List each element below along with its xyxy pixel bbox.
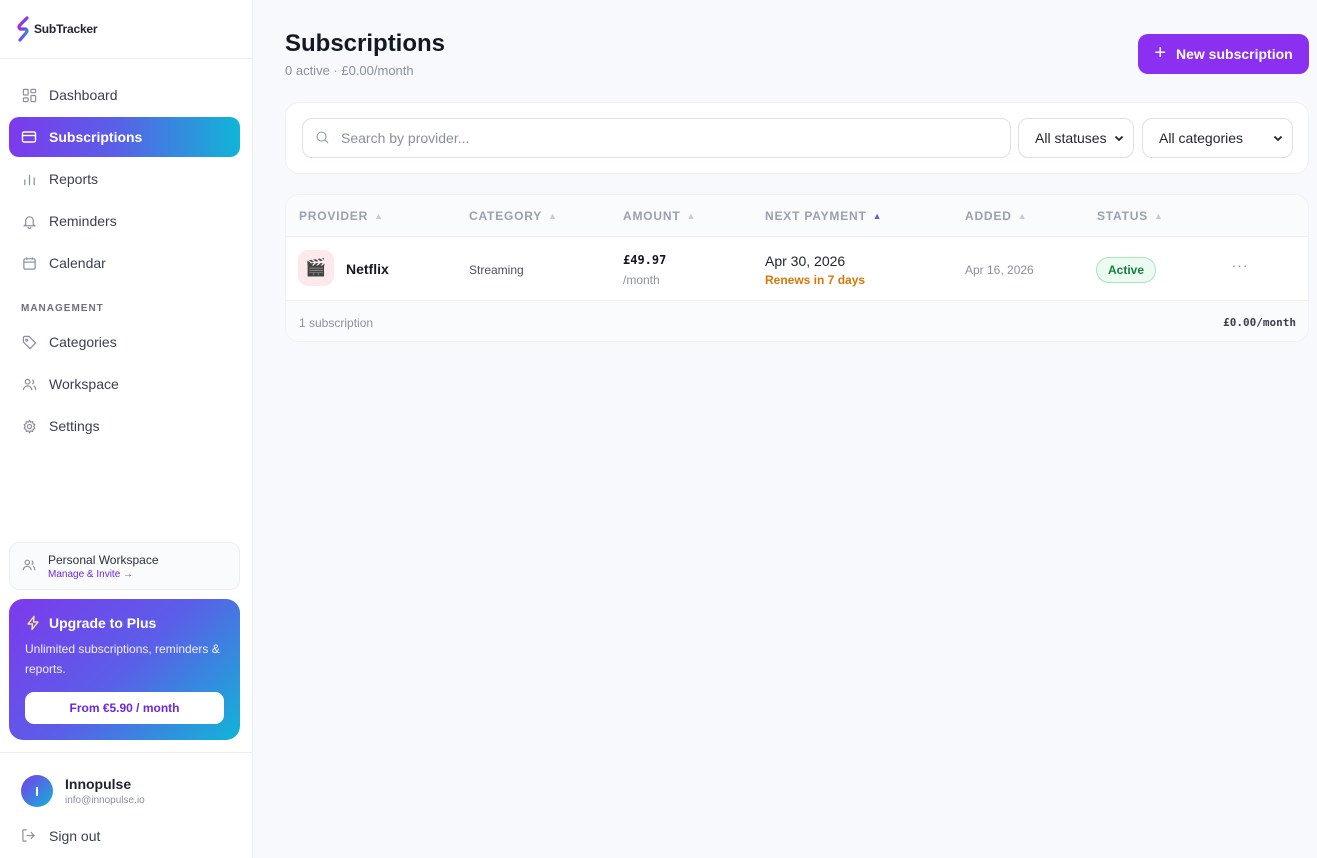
subscription-count: 1 subscription — [299, 316, 374, 330]
sidebar-item-reports[interactable]: Reports — [9, 159, 240, 199]
next-payment-date: Apr 30, 2026 — [765, 253, 846, 269]
management-nav: MANAGEMENT Categories Workspace Settings — [9, 298, 240, 446]
calendar-icon — [21, 255, 37, 271]
table-footer: 1 subscription £0.00/month — [286, 301, 1308, 341]
search-icon — [315, 130, 331, 146]
sidebar-item-label: Reports — [49, 171, 99, 187]
sidebar: SubTracker Dashboard Subscriptions Repor… — [0, 0, 253, 858]
status-badge: Active — [1096, 257, 1157, 283]
sort-icon: ▲ — [1017, 211, 1028, 221]
main-nav: Dashboard Subscriptions Reports Reminder… — [9, 75, 240, 283]
filter-bar: All statuses All categories — [285, 102, 1309, 174]
sidebar-item-categories[interactable]: Categories — [9, 322, 240, 362]
logo-icon — [17, 16, 29, 42]
lightning-icon — [25, 615, 41, 631]
clapperboard-icon: 🎬 — [298, 250, 334, 286]
sort-icon: ▲ — [1154, 211, 1164, 221]
sidebar-item-label: Dashboard — [49, 87, 118, 103]
user-profile[interactable]: I Innopulse info@innopulse.io — [21, 775, 145, 807]
category-cell: Streaming — [469, 263, 524, 277]
workspace-title: Personal Workspace — [48, 552, 159, 567]
plus-icon: + — [1154, 41, 1166, 64]
users-icon — [22, 558, 38, 574]
subscriptions-table: PROVIDER ▲ CATEGORY ▲ AMOUNT ▲ NEXT PAYMENT… — [285, 194, 1309, 342]
gear-icon — [21, 418, 37, 434]
amount-cell: £49.97 — [623, 253, 667, 267]
column-header-category[interactable]: CATEGORY ▲ — [469, 209, 558, 223]
grid-icon — [21, 87, 37, 103]
workspace-card[interactable]: Personal Workspace Manage & Invite → — [9, 542, 240, 590]
avatar: I — [21, 775, 53, 807]
sidebar-item-label: Reminders — [49, 213, 117, 229]
sign-out-label: Sign out — [49, 828, 101, 844]
status-select[interactable]: All statuses — [1018, 118, 1134, 158]
sort-icon: ▲ — [872, 211, 883, 221]
more-options-icon[interactable]: ··· — [1231, 257, 1249, 275]
sidebar-item-calendar[interactable]: Calendar — [9, 243, 240, 283]
column-header-status[interactable]: STATUS ▲ — [1097, 209, 1164, 223]
brand-name: SubTracker — [34, 22, 98, 36]
sort-icon: ▲ — [374, 211, 384, 221]
user-name: Innopulse — [65, 776, 132, 792]
logout-icon — [21, 828, 37, 844]
sidebar-item-reminders[interactable]: Reminders — [9, 201, 240, 241]
chevron-down-icon — [1273, 135, 1283, 142]
bell-icon — [21, 213, 37, 229]
upgrade-card: Upgrade to Plus Unlimited subscriptions,… — [9, 599, 240, 740]
upgrade-description: Unlimited subscriptions, reminders & rep… — [25, 642, 220, 676]
new-subscription-label: New subscription — [1176, 46, 1293, 62]
page-subtitle: 0 active · £0.00/month — [285, 63, 414, 78]
section-label: MANAGEMENT — [21, 302, 104, 314]
table-header: PROVIDER ▲ CATEGORY ▲ AMOUNT ▲ NEXT PAYMENT… — [286, 195, 1308, 237]
sidebar-item-settings[interactable]: Settings — [9, 406, 240, 446]
column-header-amount[interactable]: AMOUNT ▲ — [623, 209, 696, 223]
search-box[interactable] — [302, 118, 1011, 158]
sign-out-button[interactable]: Sign out — [21, 828, 100, 844]
status-select-value: All statuses — [1035, 130, 1107, 146]
added-date: Apr 16, 2026 — [965, 263, 1034, 277]
chevron-down-icon — [1114, 135, 1124, 142]
sort-icon: ▲ — [686, 211, 697, 221]
column-header-provider[interactable]: PROVIDER ▲ — [299, 209, 384, 223]
provider-name: Netflix — [346, 261, 389, 277]
column-header-added[interactable]: ADDED ▲ — [965, 209, 1027, 223]
renewal-note: Renews in 7 days — [765, 273, 866, 287]
sidebar-item-label: Categories — [49, 334, 117, 350]
upgrade-title: Upgrade to Plus — [49, 615, 157, 631]
upgrade-button[interactable]: From €5.90 / month — [25, 692, 224, 724]
sidebar-item-subscriptions[interactable]: Subscriptions — [9, 117, 240, 157]
sidebar-item-dashboard[interactable]: Dashboard — [9, 75, 240, 115]
category-select-value: All categories — [1159, 130, 1244, 146]
user-email: info@innopulse.io — [65, 795, 145, 806]
sidebar-item-workspace[interactable]: Workspace — [9, 364, 240, 404]
card-icon — [21, 129, 37, 145]
table-row[interactable]: 🎬 Netflix Streaming £49.97 /month Apr 30… — [286, 237, 1308, 301]
monthly-total: £0.00/month — [1223, 316, 1296, 329]
category-select[interactable]: All categories — [1142, 118, 1293, 158]
sort-icon: ▲ — [548, 211, 558, 221]
users-icon — [21, 376, 37, 392]
tag-icon — [21, 334, 37, 350]
sidebar-item-label: Settings — [49, 418, 100, 434]
brand-logo[interactable]: SubTracker — [0, 0, 252, 59]
search-input[interactable] — [341, 130, 991, 146]
manage-invite-link[interactable]: Manage & Invite → — [48, 569, 159, 580]
column-header-next-payment[interactable]: NEXT PAYMENT ▲ — [765, 209, 882, 223]
bar-chart-icon — [21, 171, 37, 187]
new-subscription-button[interactable]: + New subscription — [1138, 34, 1309, 74]
page-title: Subscriptions — [285, 30, 446, 57]
divider — [0, 752, 253, 753]
amount-unit: /month — [623, 273, 660, 287]
sidebar-item-label: Workspace — [49, 376, 119, 392]
sidebar-item-label: Calendar — [49, 255, 106, 271]
sidebar-item-label: Subscriptions — [49, 129, 143, 145]
